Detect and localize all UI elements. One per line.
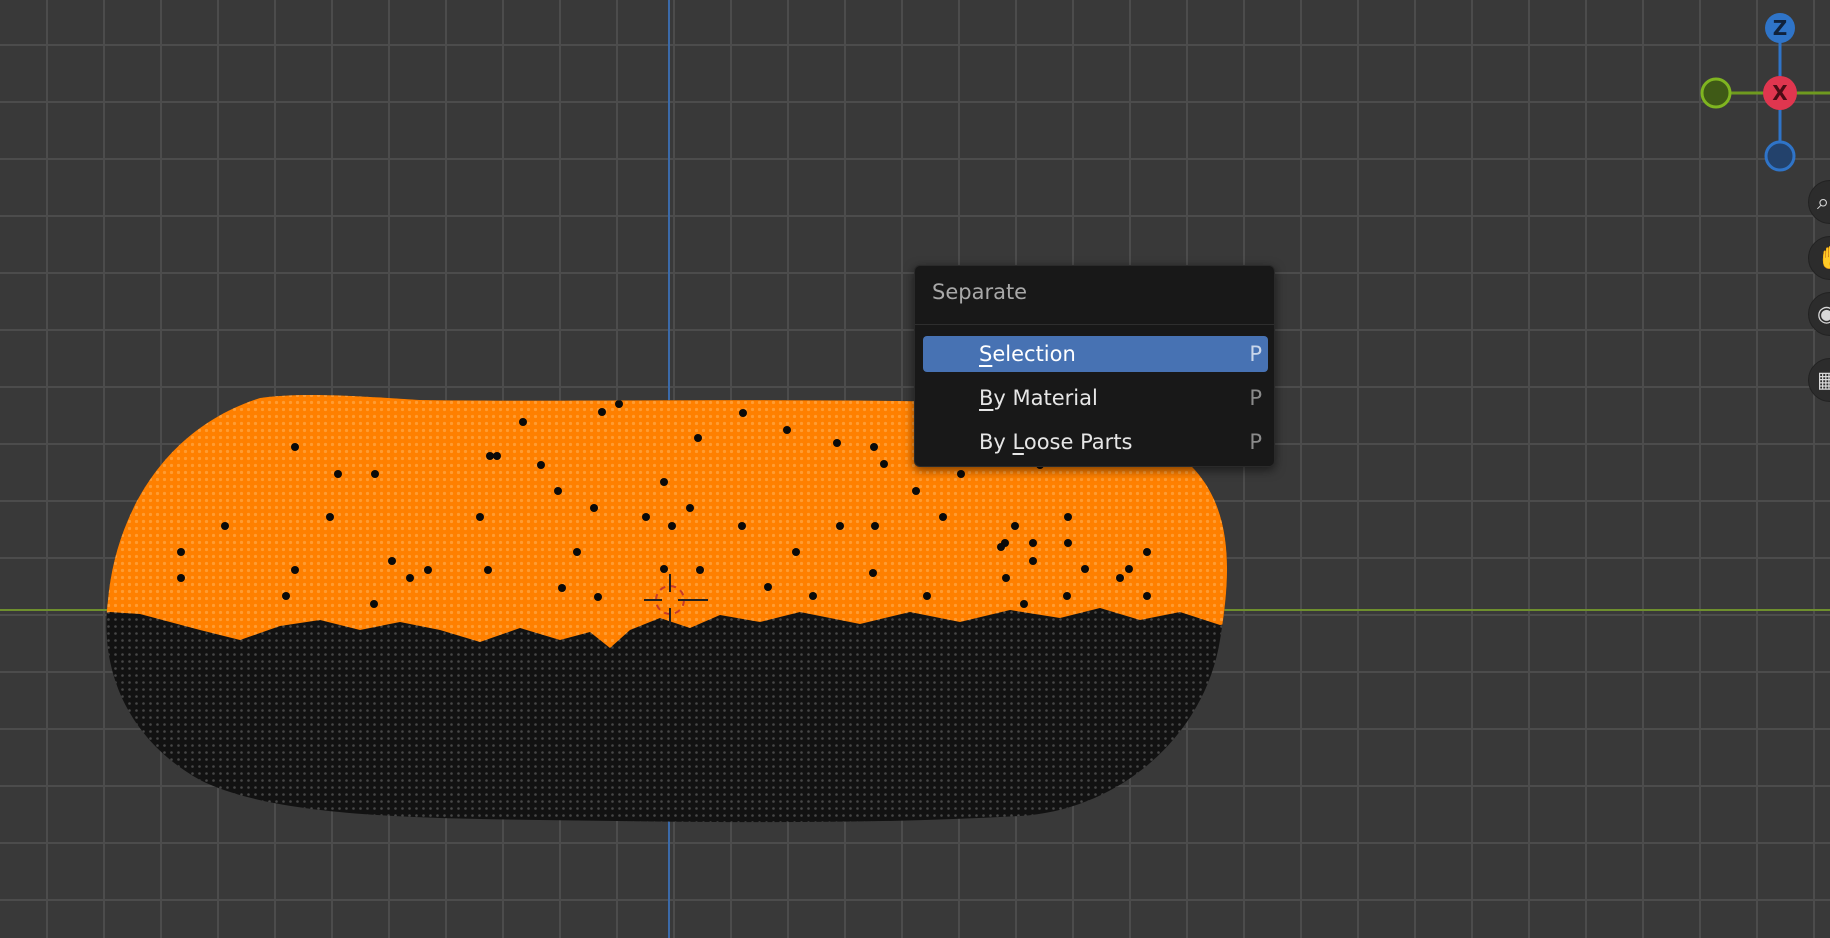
point-cloud-mesh[interactable] <box>0 0 1830 938</box>
shortcut-label: P <box>1249 386 1262 410</box>
separate-popup-menu: Separate Selection P By Material P By Lo… <box>914 265 1275 467</box>
menu-item-label: By Loose Parts <box>979 430 1133 454</box>
navigation-gizmo[interactable]: Z X <box>1670 0 1830 180</box>
neg-z-axis-ball[interactable] <box>1764 140 1796 172</box>
menu-title: Separate <box>932 280 1028 304</box>
shortcut-label: P <box>1249 430 1262 454</box>
menu-item-by-material[interactable]: By Material P <box>923 380 1268 416</box>
menu-item-label: By Material <box>979 386 1098 410</box>
neg-y-axis-ball[interactable] <box>1700 77 1732 109</box>
menu-divider <box>915 324 1274 325</box>
x-axis-label: X <box>1772 81 1788 105</box>
shortcut-label: P <box>1249 342 1262 366</box>
menu-item-selection[interactable]: Selection P <box>923 336 1268 372</box>
menu-item-by-loose-parts[interactable]: By Loose Parts P <box>923 424 1268 460</box>
z-axis-label: Z <box>1773 16 1788 40</box>
menu-item-label: Selection <box>979 342 1076 366</box>
3d-cursor[interactable] <box>640 570 710 640</box>
